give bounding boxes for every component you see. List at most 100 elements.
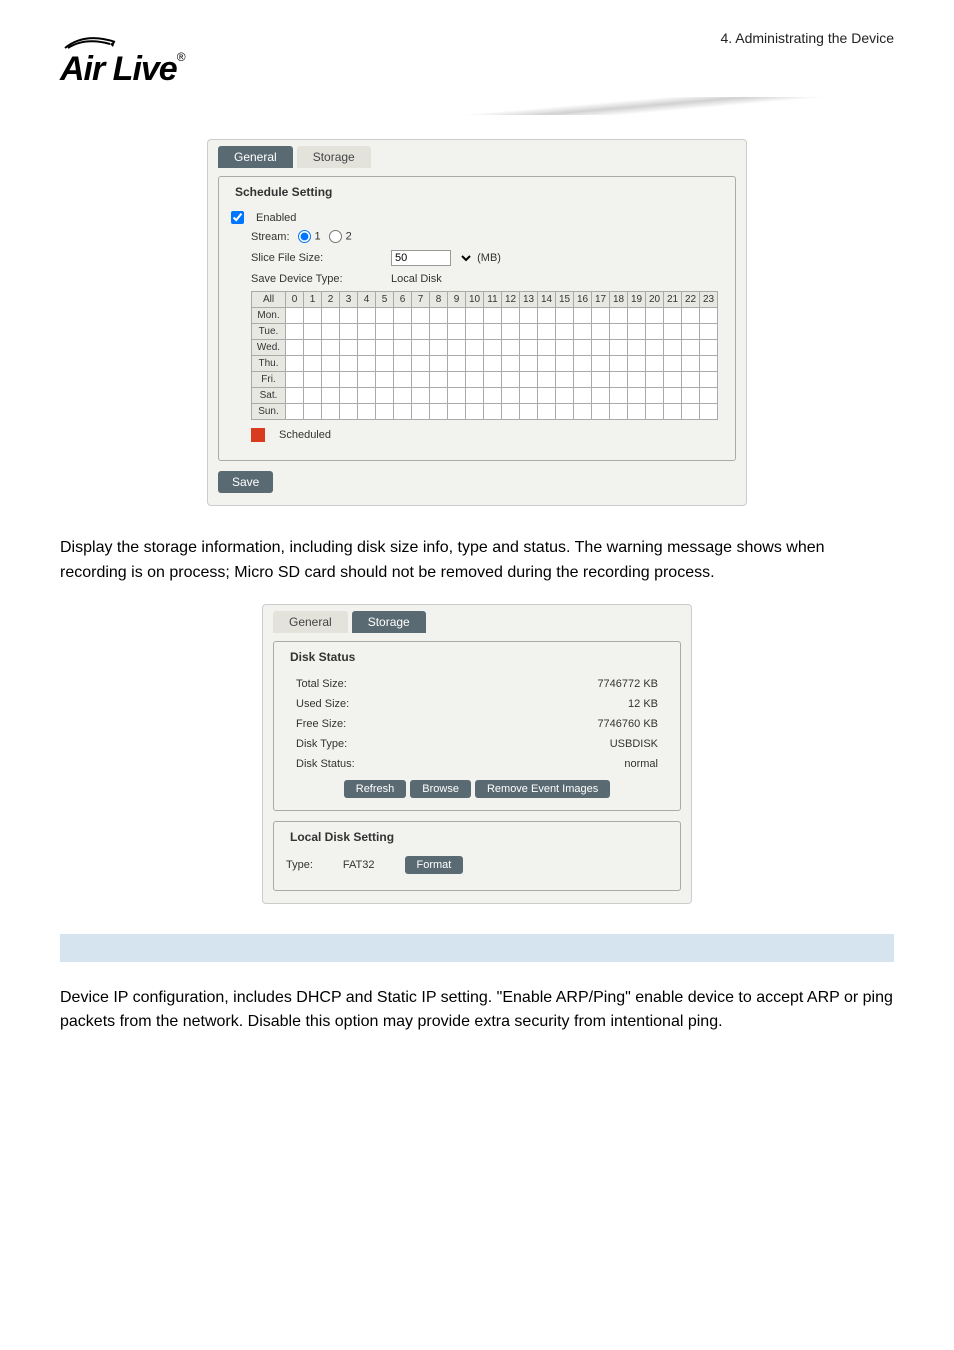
schedule-cell[interactable] [700,388,718,404]
schedule-cell[interactable] [322,356,340,372]
schedule-cell[interactable] [646,404,664,420]
schedule-cell[interactable] [646,340,664,356]
schedule-cell[interactable] [448,324,466,340]
schedule-cell[interactable] [610,324,628,340]
schedule-cell[interactable] [628,372,646,388]
schedule-cell[interactable] [466,372,484,388]
schedule-cell[interactable] [682,340,700,356]
schedule-cell[interactable] [664,372,682,388]
schedule-cell[interactable] [448,388,466,404]
schedule-cell[interactable] [412,324,430,340]
slice-unit-select[interactable]: ▼ [454,249,474,267]
schedule-cell[interactable] [448,404,466,420]
schedule-cell[interactable] [340,404,358,420]
hour-header[interactable]: 8 [430,292,448,308]
schedule-cell[interactable] [304,324,322,340]
hour-header[interactable]: 21 [664,292,682,308]
schedule-cell[interactable] [556,340,574,356]
schedule-cell[interactable] [322,388,340,404]
schedule-cell[interactable] [340,356,358,372]
schedule-cell[interactable] [628,308,646,324]
schedule-cell[interactable] [574,340,592,356]
day-label[interactable]: Sat. [252,388,286,404]
schedule-cell[interactable] [628,356,646,372]
schedule-cell[interactable] [556,324,574,340]
schedule-cell[interactable] [412,388,430,404]
hour-header[interactable]: 2 [322,292,340,308]
schedule-cell[interactable] [664,404,682,420]
schedule-cell[interactable] [700,340,718,356]
schedule-cell[interactable] [682,404,700,420]
enabled-checkbox[interactable] [231,211,244,224]
schedule-cell[interactable] [340,340,358,356]
schedule-cell[interactable] [358,356,376,372]
schedule-cell[interactable] [358,324,376,340]
schedule-cell[interactable] [430,388,448,404]
schedule-cell[interactable] [376,372,394,388]
schedule-cell[interactable] [538,404,556,420]
schedule-cell[interactable] [520,372,538,388]
schedule-cell[interactable] [664,356,682,372]
hour-header[interactable]: 14 [538,292,556,308]
schedule-cell[interactable] [448,356,466,372]
schedule-cell[interactable] [412,404,430,420]
schedule-cell[interactable] [412,356,430,372]
schedule-cell[interactable] [430,324,448,340]
hour-header[interactable]: 7 [412,292,430,308]
schedule-cell[interactable] [664,324,682,340]
hour-header[interactable]: 12 [502,292,520,308]
hour-header[interactable]: All [252,292,286,308]
schedule-cell[interactable] [502,324,520,340]
schedule-grid[interactable]: All0123456789101112131415161718192021222… [251,291,718,420]
schedule-cell[interactable] [700,404,718,420]
schedule-cell[interactable] [430,404,448,420]
schedule-cell[interactable] [520,388,538,404]
schedule-cell[interactable] [538,388,556,404]
schedule-cell[interactable] [322,372,340,388]
schedule-cell[interactable] [358,340,376,356]
schedule-cell[interactable] [574,404,592,420]
schedule-cell[interactable] [520,356,538,372]
tab-general-2[interactable]: General [273,611,348,633]
tab-storage-2[interactable]: Storage [352,611,426,633]
stream-radio-2[interactable]: 2 [329,230,352,243]
schedule-cell[interactable] [700,308,718,324]
schedule-cell[interactable] [538,324,556,340]
schedule-cell[interactable] [430,340,448,356]
schedule-cell[interactable] [700,356,718,372]
schedule-cell[interactable] [574,324,592,340]
schedule-cell[interactable] [322,404,340,420]
schedule-cell[interactable] [484,404,502,420]
schedule-cell[interactable] [376,388,394,404]
schedule-cell[interactable] [394,324,412,340]
schedule-cell[interactable] [448,340,466,356]
refresh-button[interactable]: Refresh [344,780,407,798]
schedule-cell[interactable] [394,356,412,372]
schedule-cell[interactable] [376,340,394,356]
schedule-cell[interactable] [466,324,484,340]
schedule-cell[interactable] [520,404,538,420]
schedule-cell[interactable] [466,404,484,420]
schedule-cell[interactable] [394,388,412,404]
schedule-cell[interactable] [610,404,628,420]
schedule-cell[interactable] [592,388,610,404]
hour-header[interactable]: 15 [556,292,574,308]
schedule-cell[interactable] [484,388,502,404]
schedule-cell[interactable] [484,324,502,340]
schedule-cell[interactable] [592,372,610,388]
day-label[interactable]: Tue. [252,324,286,340]
schedule-cell[interactable] [610,340,628,356]
hour-header[interactable]: 10 [466,292,484,308]
schedule-cell[interactable] [484,308,502,324]
schedule-cell[interactable] [448,372,466,388]
schedule-cell[interactable] [538,372,556,388]
schedule-cell[interactable] [682,308,700,324]
schedule-cell[interactable] [664,340,682,356]
schedule-cell[interactable] [592,308,610,324]
schedule-cell[interactable] [448,308,466,324]
schedule-cell[interactable] [304,340,322,356]
schedule-cell[interactable] [412,340,430,356]
hour-header[interactable]: 20 [646,292,664,308]
schedule-cell[interactable] [286,356,304,372]
hour-header[interactable]: 6 [394,292,412,308]
